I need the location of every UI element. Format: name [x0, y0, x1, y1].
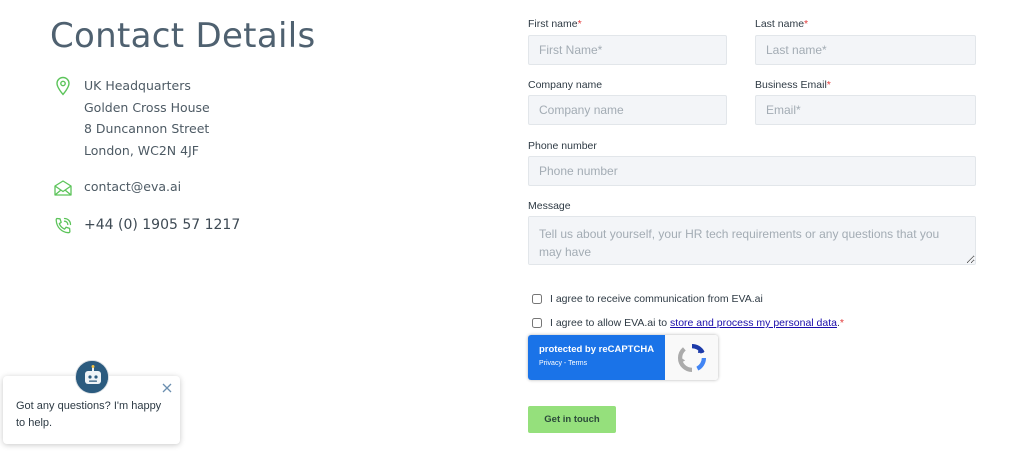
company-field[interactable] — [528, 95, 727, 125]
consent-data-checkbox[interactable] — [532, 318, 542, 328]
location-pin-icon — [52, 75, 74, 97]
chat-bot-avatar-icon[interactable] — [75, 360, 109, 394]
first-name-label: First name* — [528, 18, 582, 30]
email-row: contact@eva.ai — [52, 177, 181, 199]
last-name-field[interactable] — [755, 35, 976, 65]
recaptcha-privacy-link[interactable]: Privacy — [539, 360, 562, 367]
address-line: UK Headquarters — [84, 78, 191, 93]
page-title: Contact Details — [50, 16, 316, 56]
email-field[interactable] — [755, 95, 976, 125]
address-line: 8 Duncannon Street — [84, 121, 210, 136]
email-label: Business Email* — [755, 79, 831, 91]
message-label: Message — [528, 200, 571, 212]
contact-phone-link[interactable]: +44 (0) 1905 57 1217 — [84, 215, 240, 235]
consent-communication-row: I agree to receive communication from EV… — [532, 293, 763, 305]
recaptcha-badge: protected by reCAPTCHA Privacy - Terms — [528, 335, 718, 380]
address-block: UK Headquarters Golden Cross House 8 Dun… — [52, 75, 210, 161]
recaptcha-logo-icon — [665, 335, 718, 380]
company-label: Company name — [528, 79, 603, 91]
recaptcha-text: protected by reCAPTCHA — [539, 344, 655, 355]
last-name-label: Last name* — [755, 18, 809, 30]
first-name-field[interactable] — [528, 35, 727, 65]
consent-communication-label: I agree to receive communication from EV… — [550, 293, 763, 305]
close-icon[interactable] — [160, 381, 174, 395]
recaptcha-terms-link[interactable]: Terms — [568, 360, 587, 367]
phone-icon — [52, 215, 74, 237]
phone-label: Phone number — [528, 140, 597, 152]
consent-communication-checkbox[interactable] — [532, 294, 542, 304]
address-line: Golden Cross House — [84, 99, 210, 115]
phone-row: +44 (0) 1905 57 1217 — [52, 215, 240, 237]
message-textarea[interactable] — [528, 216, 976, 265]
chat-message: Got any questions? I'm happy to help. — [16, 400, 162, 429]
get-in-touch-button[interactable]: Get in touch — [528, 406, 616, 433]
contact-email-link[interactable]: contact@eva.ai — [84, 177, 181, 197]
consent-data-row: I agree to allow EVA.ai to store and pro… — [532, 317, 844, 329]
privacy-policy-link[interactable]: store and process my personal data — [670, 317, 837, 329]
address-line: London, WC2N 4JF — [84, 142, 199, 158]
consent-data-label: I agree to allow EVA.ai to — [550, 317, 668, 329]
envelope-icon — [52, 177, 74, 199]
phone-field[interactable] — [528, 156, 976, 186]
